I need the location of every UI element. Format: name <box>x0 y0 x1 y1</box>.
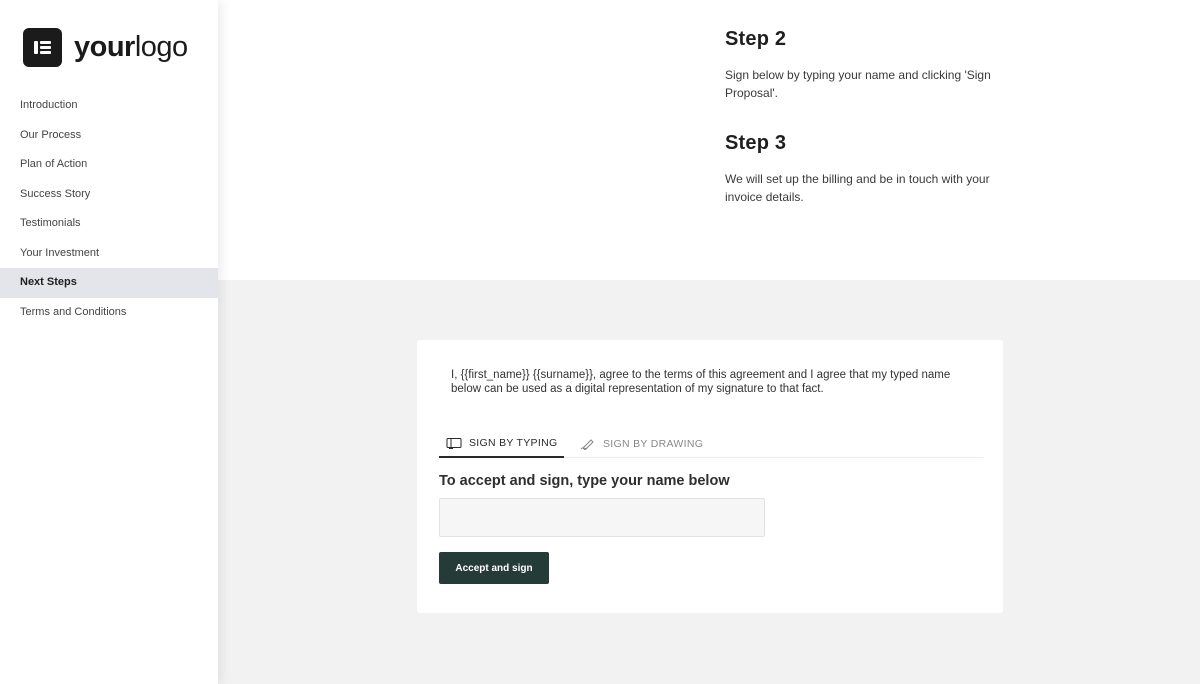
step-3-title: Step 3 <box>725 132 787 154</box>
sidebar-item-introduction[interactable]: Introduction <box>0 91 218 121</box>
step-3: Step 3 We will set up the billing and be… <box>725 132 1015 206</box>
keyboard-icon <box>446 438 462 449</box>
step-3-text: We will set up the billing and be in tou… <box>725 172 990 204</box>
tab-sign-by-typing-label: SIGN BY TYPING <box>469 437 558 449</box>
tab-sign-by-drawing[interactable]: SIGN BY DRAWING <box>580 430 703 458</box>
sidebar-item-plan-of-action[interactable]: Plan of Action <box>0 150 218 180</box>
accept-and-sign-button[interactable]: Accept and sign <box>439 552 549 584</box>
sidebar-item-next-steps[interactable]: Next Steps <box>0 268 218 298</box>
tab-sign-by-typing[interactable]: SIGN BY TYPING <box>439 430 565 458</box>
signature-name-input[interactable] <box>439 498 765 537</box>
sidebar-item-testimonials[interactable]: Testimonials <box>0 209 218 239</box>
logo[interactable]: yourlogo <box>23 28 188 67</box>
steps-section: Step 2 Sign below by typing your name an… <box>218 0 1200 280</box>
step-2: Step 2 Sign below by typing your name an… <box>725 28 1015 102</box>
sidebar: yourlogo Introduction Our Process Plan o… <box>0 0 218 684</box>
sidebar-item-success-story[interactable]: Success Story <box>0 180 218 210</box>
sidebar-nav: Introduction Our Process Plan of Action … <box>0 91 218 327</box>
elementor-logo-icon <box>23 28 62 67</box>
signature-tabs: SIGN BY TYPING SIGN BY DRAWING <box>439 430 983 458</box>
agreement-text: I, {{first_name}} {{surname}}, agree to … <box>451 369 951 395</box>
sidebar-item-terms-and-conditions[interactable]: Terms and Conditions <box>0 298 218 328</box>
tab-sign-by-drawing-label: SIGN BY DRAWING <box>603 438 704 450</box>
step-2-text: Sign below by typing your name and click… <box>725 68 991 100</box>
step-2-title: Step 2 <box>725 28 787 50</box>
logo-text: yourlogo <box>74 31 188 63</box>
signature-card: I, {{first_name}} {{surname}}, agree to … <box>417 340 1003 613</box>
pen-icon <box>580 439 594 450</box>
sidebar-item-your-investment[interactable]: Your Investment <box>0 239 218 269</box>
sidebar-item-our-process[interactable]: Our Process <box>0 121 218 151</box>
sign-instruction-title: To accept and sign, type your name below <box>439 473 730 489</box>
signature-section: I, {{first_name}} {{surname}}, agree to … <box>218 280 1200 684</box>
